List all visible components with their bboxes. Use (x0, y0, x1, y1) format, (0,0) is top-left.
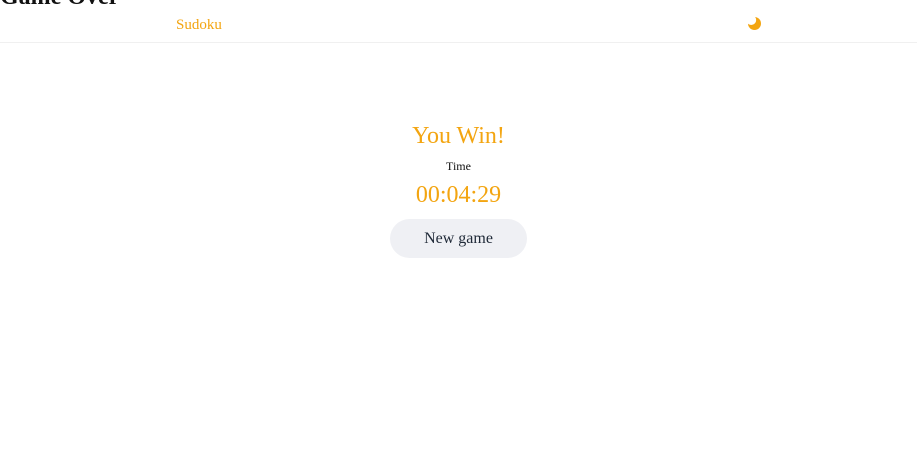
page: Game Over Sudoku You Win! Time 00:04:29 … (0, 0, 917, 474)
result-panel: You Win! Time 00:04:29 New game (0, 120, 917, 258)
moon-icon (744, 13, 764, 33)
navbar: Sudoku (0, 0, 917, 43)
elapsed-time: 00:04:29 (415, 182, 502, 208)
brand-link[interactable]: Sudoku (176, 16, 222, 34)
time-label: Time (446, 159, 471, 173)
theme-toggle-button[interactable] (744, 13, 764, 33)
win-heading: You Win! (412, 123, 505, 149)
new-game-button[interactable]: New game (390, 219, 527, 258)
